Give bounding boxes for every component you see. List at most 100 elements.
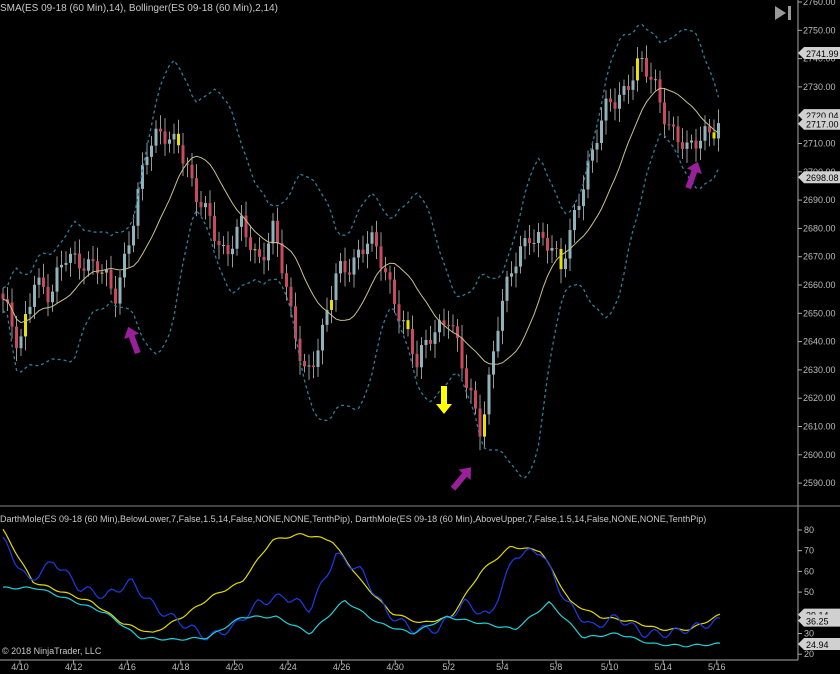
- candle-body: [492, 351, 495, 375]
- indicator-marker: 36.25: [798, 614, 840, 627]
- price-tick-label: 2690.00: [803, 195, 836, 205]
- candle-body: [658, 79, 662, 103]
- candle-body: [703, 126, 707, 141]
- candle-body: [132, 225, 135, 246]
- candle-body: [586, 160, 590, 190]
- candle-body: [154, 128, 158, 146]
- candle-body: [150, 145, 153, 157]
- sell-arrow-icon-shape: [436, 386, 452, 414]
- candle-body: [208, 203, 212, 216]
- candle-body: [46, 286, 50, 303]
- date-tick-label: 5/14: [654, 662, 672, 672]
- indicator-tick-label: 50: [804, 587, 814, 597]
- candle-body: [195, 178, 198, 202]
- candle-body: [114, 288, 117, 304]
- price-marker-text: 2717.00: [806, 120, 839, 130]
- candle-body: [276, 220, 279, 244]
- candle-body: [460, 337, 464, 369]
- candle-body: [253, 249, 257, 251]
- bollinger-upper: [2, 23, 720, 298]
- price-tick-label: 2650.00: [803, 308, 836, 318]
- candle-body: [235, 226, 239, 249]
- candle-body: [523, 238, 527, 247]
- candle-body: [163, 131, 167, 144]
- candle-body: [285, 273, 288, 287]
- candle-body: [262, 256, 266, 261]
- candle-body: [510, 273, 513, 277]
- indicator-tick-label: 20: [804, 649, 814, 659]
- price-tick-label: 2710.00: [803, 139, 836, 149]
- candle-body: [55, 267, 59, 292]
- candle-body: [604, 98, 608, 121]
- indicator-tick-label: 80: [804, 525, 814, 535]
- candle-body: [118, 277, 122, 304]
- candle-body: [73, 253, 77, 255]
- indicator-tick-label: 30: [804, 629, 814, 639]
- candle-body: [258, 249, 261, 257]
- candle-body: [51, 291, 54, 303]
- price-tick-label: 2750.00: [803, 25, 836, 35]
- candle-body: [411, 329, 414, 354]
- candle-body: [573, 209, 576, 231]
- candle-body: [280, 243, 284, 274]
- candle-body: [370, 232, 374, 244]
- price-marker-text: 2698.08: [806, 173, 839, 183]
- price-marker: 2741.99: [798, 46, 840, 59]
- chart-canvas[interactable]: 2760.002750.002740.002730.002720.002710.…: [0, 0, 840, 674]
- buy-arrow-icon-shape: [450, 467, 471, 491]
- candle-body: [393, 279, 396, 305]
- candle-body: [352, 257, 356, 275]
- candle-body: [199, 201, 203, 208]
- candle-body: [388, 272, 392, 280]
- candle-body: [649, 76, 653, 80]
- candle-body: [15, 326, 18, 349]
- candle-body: [595, 143, 599, 150]
- candle-body: [69, 253, 72, 263]
- candle-body: [654, 79, 657, 81]
- date-tick-label: 5/2: [443, 662, 456, 672]
- candle-body: [231, 248, 234, 255]
- candle-body: [307, 365, 311, 367]
- candle-body: [204, 203, 207, 208]
- candle-body: [361, 249, 365, 255]
- candle-body: [613, 102, 617, 109]
- candle-body: [177, 133, 180, 146]
- candle-body: [627, 86, 630, 90]
- date-tick-label: 5/4: [496, 662, 509, 672]
- candle-body: [37, 277, 41, 285]
- candle-body: [496, 330, 500, 352]
- candle-body: [82, 268, 86, 271]
- candle-body: [699, 140, 702, 149]
- candle-body: [667, 124, 671, 126]
- candle-body: [451, 325, 455, 327]
- candle-body: [528, 238, 531, 244]
- candle-body: [424, 339, 428, 346]
- candle-body: [559, 248, 563, 270]
- candle-body: [415, 353, 419, 368]
- indicator-line-cyan: [2, 586, 721, 648]
- price-tick-label: 2760.00: [803, 0, 836, 7]
- candle-body: [78, 253, 81, 269]
- candle-body: [663, 102, 666, 125]
- candle-body: [100, 272, 104, 274]
- candle-body: [357, 249, 360, 258]
- candle-body: [564, 258, 567, 270]
- candle-body: [577, 206, 581, 210]
- buy-arrow-icon: [685, 161, 702, 190]
- candle-body: [33, 284, 36, 307]
- price-tick-label: 2610.00: [803, 422, 836, 432]
- candle-body: [420, 345, 423, 368]
- candle-body: [249, 237, 252, 250]
- candle-body: [618, 94, 621, 109]
- candle-body: [622, 86, 626, 95]
- candle-body: [159, 128, 162, 132]
- candle-body: [91, 259, 95, 262]
- skip-to-end-icon[interactable]: [775, 6, 791, 20]
- candle-body: [109, 269, 113, 289]
- candle-body: [19, 336, 23, 349]
- candle-body: [60, 264, 63, 268]
- candle-body: [24, 314, 27, 337]
- candle-body: [712, 132, 716, 139]
- candle-body: [366, 243, 369, 255]
- skip-triangle: [775, 6, 786, 20]
